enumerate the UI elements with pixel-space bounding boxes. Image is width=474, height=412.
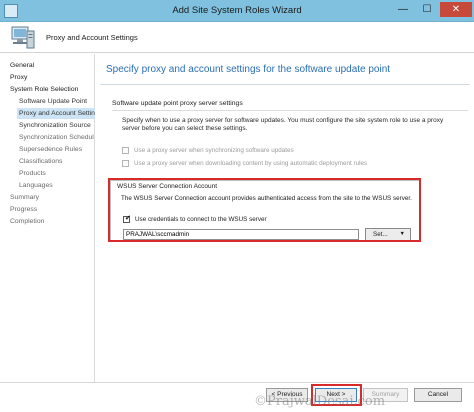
nav-supersedence-rules[interactable]: Supersedence Rules	[19, 144, 94, 155]
nav-products[interactable]: Products	[19, 168, 94, 179]
footer-divider	[0, 382, 474, 383]
cancel-button[interactable]: Cancel	[414, 388, 462, 402]
nav-system-role-selection[interactable]: System Role Selection	[10, 84, 94, 95]
wizard-header: Proxy and Account Settings	[0, 22, 474, 53]
wsus-highlight-annotation	[108, 178, 421, 242]
nav-synchronization-schedule[interactable]: Synchronization Schedule	[19, 132, 94, 143]
close-button[interactable]: ✕	[440, 2, 472, 17]
proxy-section-label: Software update point proxy server setti…	[112, 100, 243, 107]
nav-software-update-point[interactable]: Software Update Point	[19, 96, 94, 107]
nav-general[interactable]: General	[10, 60, 94, 71]
nav-progress[interactable]: Progress	[10, 204, 94, 215]
heading-divider	[100, 84, 470, 85]
nav-summary[interactable]: Summary	[10, 192, 94, 203]
minimize-button[interactable]: —	[392, 2, 414, 17]
proxy-section-description: Specify when to use a proxy server for s…	[122, 117, 444, 132]
proxy-sync-label: Use a proxy server when synchronizing so…	[134, 147, 294, 154]
window-title-bar: Add Site System Roles Wizard — ☐ ✕	[0, 0, 474, 22]
proxy-adr-label: Use a proxy server when downloading cont…	[134, 160, 368, 167]
nav-proxy-and-account-settings[interactable]: Proxy and Account Settings	[17, 108, 95, 119]
proxy-adr-checkbox[interactable]	[122, 160, 129, 167]
server-computer-icon	[11, 26, 35, 49]
nav-languages[interactable]: Languages	[19, 180, 94, 191]
maximize-button[interactable]: ☐	[416, 2, 438, 17]
nav-classifications[interactable]: Classifications	[19, 156, 94, 167]
wizard-navigation: General Proxy System Role Selection Soft…	[0, 54, 95, 382]
nav-completion[interactable]: Completion	[10, 216, 94, 227]
proxy-sync-checkbox[interactable]	[122, 147, 129, 154]
watermark: ©PrajwalDesai.com	[254, 394, 386, 409]
proxy-section-divider	[112, 110, 468, 111]
nav-synchronization-source[interactable]: Synchronization Source	[19, 120, 94, 131]
page-heading: Specify proxy and account settings for t…	[106, 64, 391, 75]
page-name: Proxy and Account Settings	[46, 33, 138, 42]
nav-proxy[interactable]: Proxy	[10, 72, 94, 83]
